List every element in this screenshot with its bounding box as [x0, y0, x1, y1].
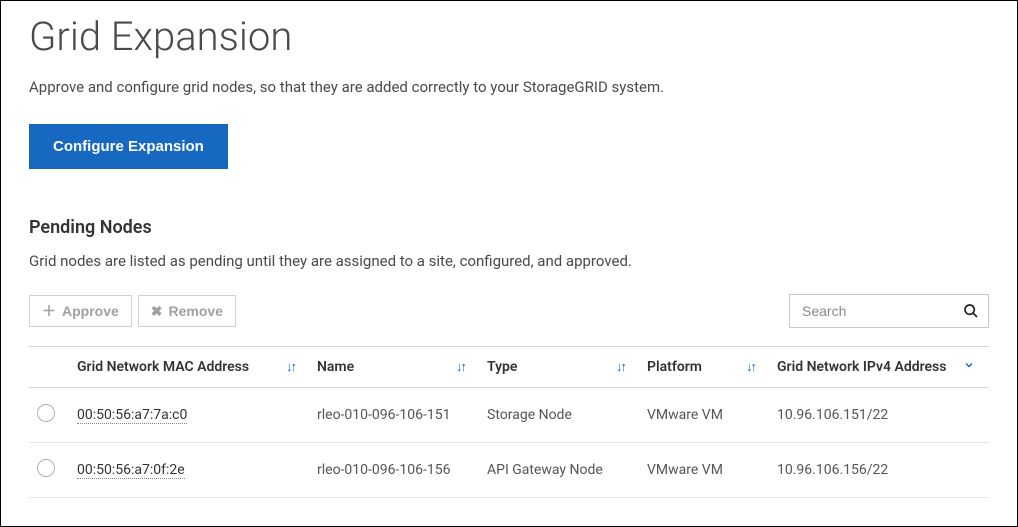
pending-toolbar: ＋ Approve ✖ Remove — [29, 294, 989, 328]
configure-expansion-button[interactable]: Configure Expansion — [29, 124, 228, 169]
column-ip[interactable]: Grid Network IPv4 Address — [769, 347, 989, 388]
cell-type: API Gateway Node — [479, 443, 639, 498]
pending-nodes-table: Grid Network MAC Address ↓↑ Name ↓↑ Type… — [29, 346, 989, 498]
cell-ip: 10.96.106.156/22 — [769, 443, 989, 498]
row-select-radio[interactable] — [37, 459, 55, 477]
cell-name: rleo-010-096-106-151 — [309, 388, 479, 443]
cell-ip: 10.96.106.151/22 — [769, 388, 989, 443]
approve-button-label: Approve — [62, 303, 119, 319]
plus-icon: ＋ — [42, 304, 56, 318]
column-name[interactable]: Name ↓↑ — [309, 347, 479, 388]
sort-icon: ↓↑ — [286, 359, 295, 375]
cell-type: Storage Node — [479, 388, 639, 443]
column-ip-label: Grid Network IPv4 Address — [777, 359, 946, 375]
column-type-label: Type — [487, 359, 517, 375]
page-subtitle: Approve and configure grid nodes, so tha… — [29, 78, 989, 96]
column-name-label: Name — [317, 359, 354, 375]
chevron-down-icon — [963, 359, 975, 375]
cell-mac: 00:50:56:a7:7a:c0 — [77, 407, 187, 424]
x-icon: ✖ — [151, 304, 163, 318]
approve-button[interactable]: ＋ Approve — [29, 295, 132, 327]
sort-icon: ↓↑ — [746, 359, 755, 375]
search-input[interactable] — [789, 294, 989, 328]
column-platform[interactable]: Platform ↓↑ — [639, 347, 769, 388]
column-type[interactable]: Type ↓↑ — [479, 347, 639, 388]
cell-name: rleo-010-096-106-156 — [309, 443, 479, 498]
cell-platform: VMware VM — [639, 388, 769, 443]
pending-nodes-title: Pending Nodes — [29, 217, 989, 238]
pending-nodes-description: Grid nodes are listed as pending until t… — [29, 252, 989, 270]
search-wrapper — [789, 294, 989, 328]
column-select — [29, 347, 69, 388]
column-platform-label: Platform — [647, 359, 702, 375]
remove-button[interactable]: ✖ Remove — [138, 295, 236, 327]
table-row: 00:50:56:a7:7a:c0 rleo-010-096-106-151 S… — [29, 388, 989, 443]
column-mac[interactable]: Grid Network MAC Address ↓↑ — [69, 347, 309, 388]
sort-icon: ↓↑ — [616, 359, 625, 375]
cell-platform: VMware VM — [639, 443, 769, 498]
page-title: Grid Expansion — [29, 13, 989, 60]
sort-icon: ↓↑ — [456, 359, 465, 375]
cell-mac: 00:50:56:a7:0f:2e — [77, 462, 185, 479]
table-row: 00:50:56:a7:0f:2e rleo-010-096-106-156 A… — [29, 443, 989, 498]
remove-button-label: Remove — [169, 303, 223, 319]
row-select-radio[interactable] — [37, 404, 55, 422]
column-mac-label: Grid Network MAC Address — [77, 359, 249, 375]
